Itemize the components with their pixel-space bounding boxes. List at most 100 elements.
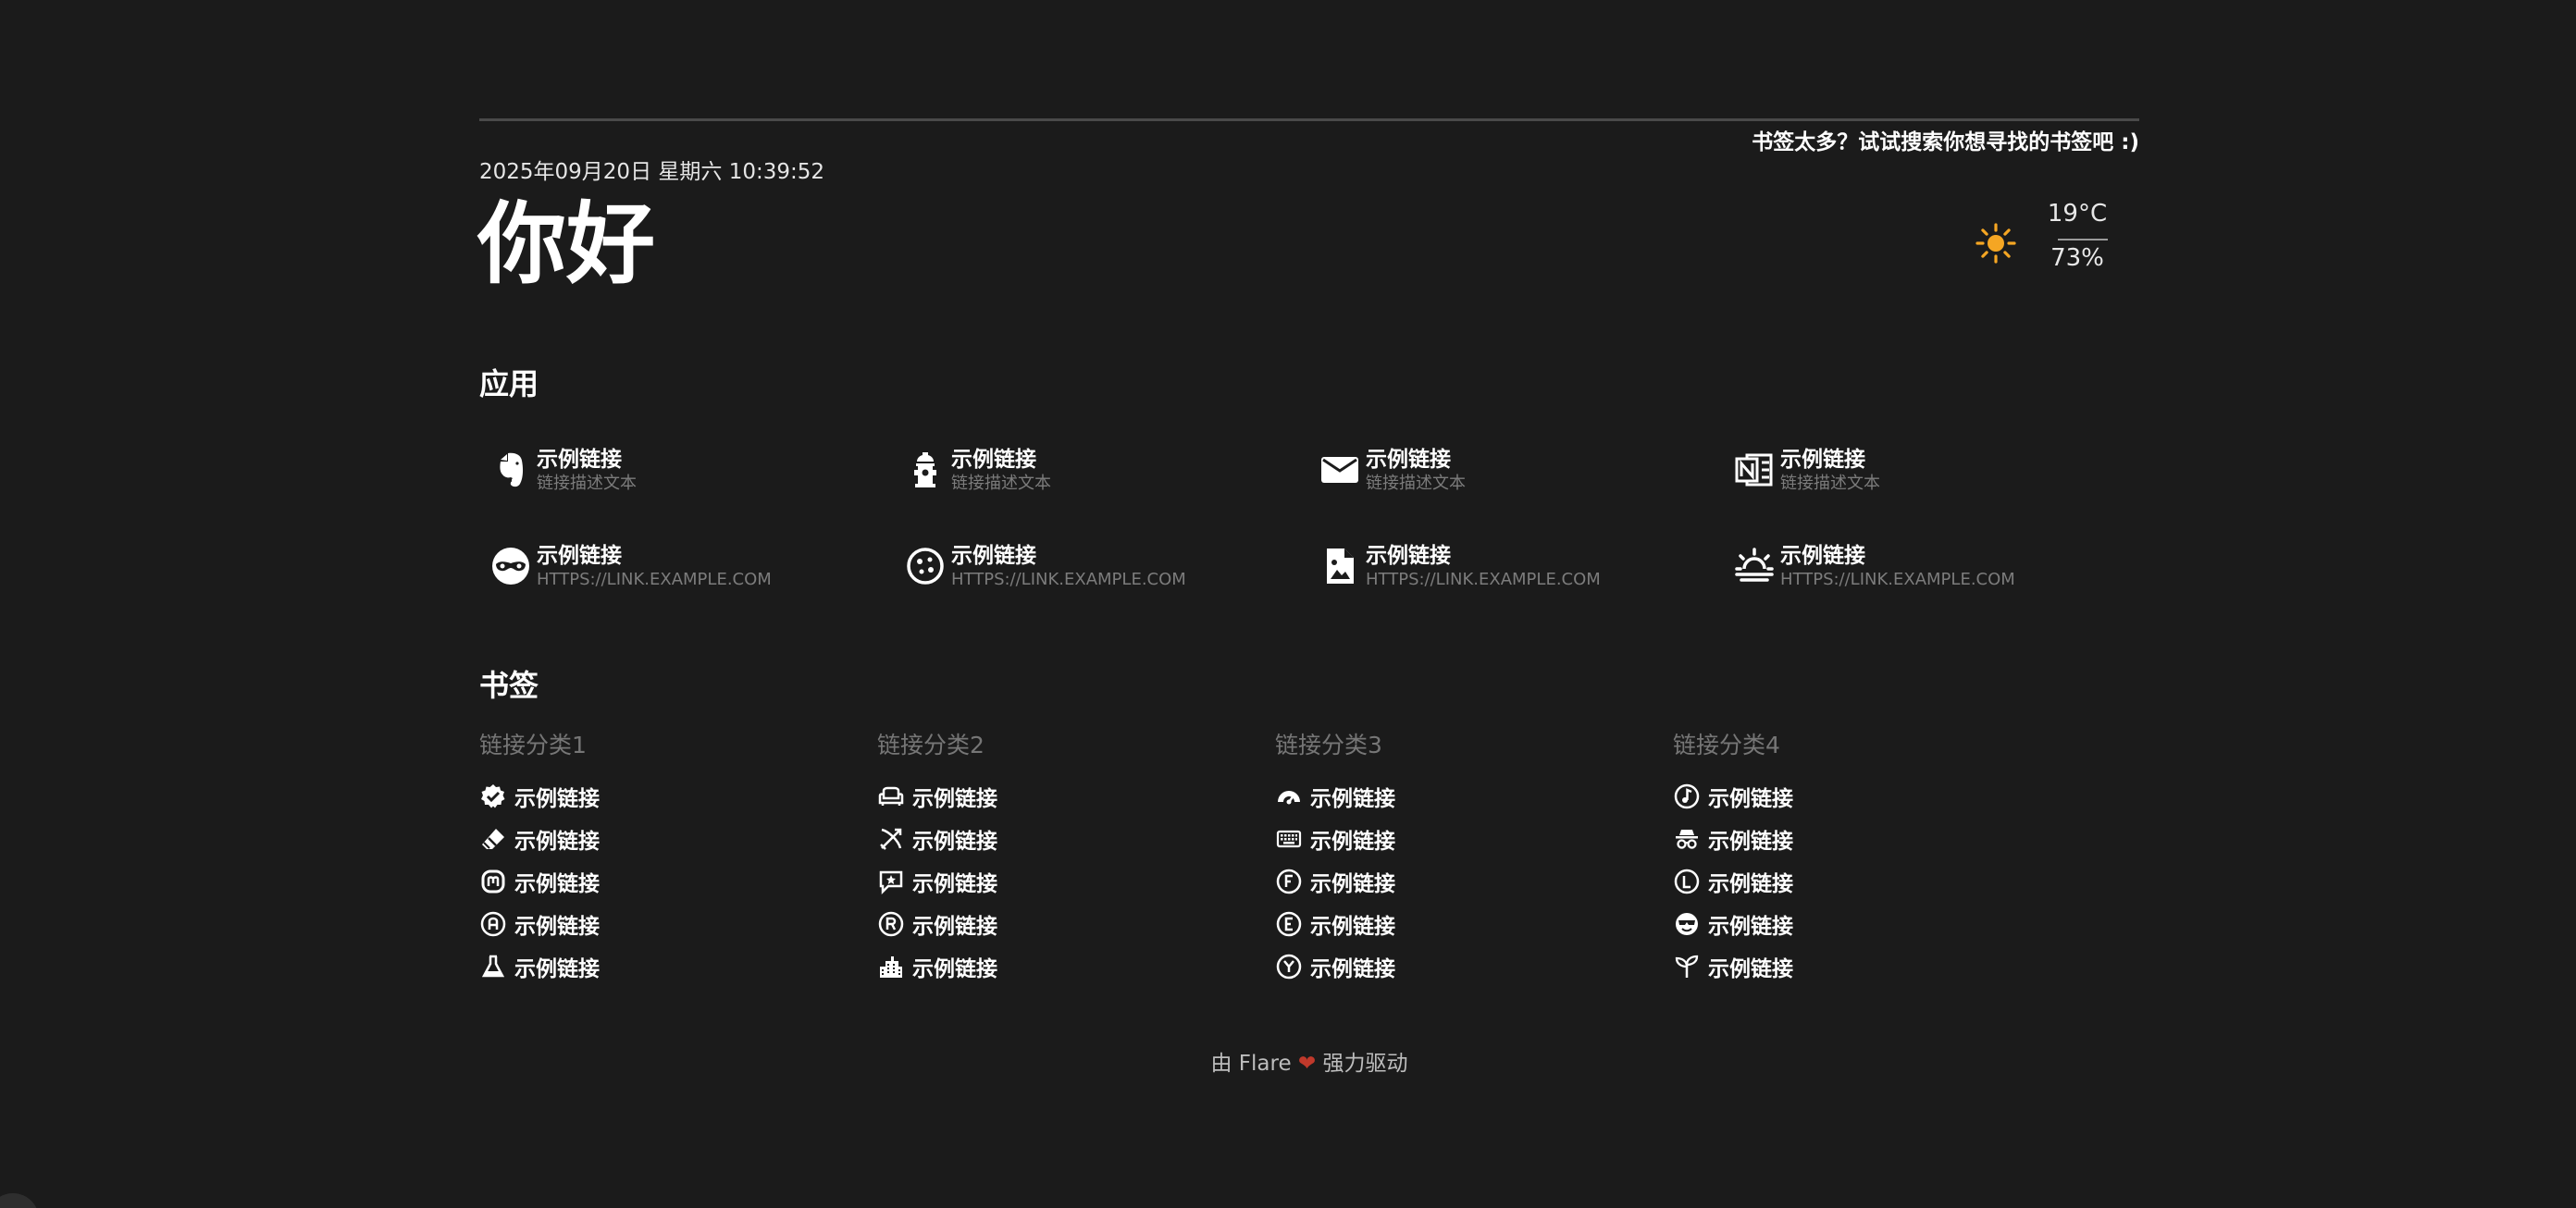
incognito-icon bbox=[1673, 825, 1701, 853]
apps-section-title: 应用 bbox=[479, 366, 539, 401]
heart-icon: ❤ bbox=[1297, 1052, 1317, 1076]
app-title: 示例链接 bbox=[1780, 448, 1865, 472]
search-underline[interactable] bbox=[479, 118, 2139, 121]
footer-prefix: 由 Flare bbox=[1210, 1052, 1292, 1076]
bookmark-label: 示例链接 bbox=[912, 957, 997, 981]
alpha-e-circle-icon bbox=[1275, 910, 1303, 938]
bookmark-label: 示例链接 bbox=[1310, 957, 1395, 981]
bookmarks-section-title: 书签 bbox=[479, 668, 539, 703]
bookmark-label: 示例链接 bbox=[1310, 915, 1395, 939]
app-title: 示例链接 bbox=[537, 544, 622, 568]
app-description: HTTPS://LINK.EXAMPLE.COM bbox=[951, 570, 1186, 589]
comment-star-icon bbox=[877, 868, 905, 895]
weather-temperature: 19°C bbox=[2047, 200, 2108, 228]
app-title: 示例链接 bbox=[1366, 448, 1451, 472]
app-description: HTTPS://LINK.EXAMPLE.COM bbox=[1780, 570, 2015, 589]
bookmark-label: 示例链接 bbox=[1708, 830, 1793, 854]
bookmark-link[interactable]: 示例链接 bbox=[1275, 781, 1395, 812]
footer: 由 Flare ❤ 强力驱动 bbox=[0, 1045, 2576, 1077]
search-hint[interactable]: 书签太多？试试搜索你想寻找的书签吧 :) bbox=[1752, 124, 2139, 155]
emoticon-cool-icon bbox=[1673, 910, 1701, 938]
app-link[interactable]: 示例链接 链接描述文本 bbox=[1308, 442, 1715, 498]
app-link[interactable]: 示例链接 HTTPS://LINK.EXAMPLE.COM bbox=[479, 538, 886, 594]
app-description: 链接描述文本 bbox=[951, 474, 1051, 493]
bookmark-label: 示例链接 bbox=[1708, 957, 1793, 981]
app-description: 链接描述文本 bbox=[537, 474, 637, 493]
bookmark-link[interactable]: 示例链接 bbox=[479, 908, 600, 940]
bookmark-link[interactable]: 示例链接 bbox=[877, 781, 997, 812]
alpha-a-circle-icon bbox=[479, 910, 507, 938]
app-title: 示例链接 bbox=[537, 448, 622, 472]
app-link[interactable]: 示例链接 链接描述文本 bbox=[1723, 442, 2130, 498]
bookmark-label: 示例链接 bbox=[912, 787, 997, 811]
cookie-icon bbox=[903, 544, 947, 588]
app-description: 链接描述文本 bbox=[1780, 474, 1880, 493]
corner-toggle[interactable] bbox=[0, 1193, 39, 1208]
bookmark-link[interactable]: 示例链接 bbox=[877, 823, 997, 855]
bookmark-link[interactable]: 示例链接 bbox=[1275, 908, 1395, 940]
bookmark-label: 示例链接 bbox=[514, 787, 600, 811]
email-icon bbox=[1318, 448, 1362, 492]
flask-icon bbox=[479, 953, 507, 980]
bookmark-link[interactable]: 示例链接 bbox=[479, 866, 600, 897]
bookmark-label: 示例链接 bbox=[1310, 830, 1395, 854]
app-title: 示例链接 bbox=[1366, 544, 1451, 568]
bow-arrow-icon bbox=[877, 825, 905, 853]
app-link[interactable]: 示例链接 HTTPS://LINK.EXAMPLE.COM bbox=[1723, 538, 2130, 594]
page: 书签太多？试试搜索你想寻找的书签吧 :) 2025年09月20日 星期六 10:… bbox=[0, 0, 2576, 1208]
app-link[interactable]: 示例链接 HTTPS://LINK.EXAMPLE.COM bbox=[894, 538, 1301, 594]
sun-icon bbox=[1975, 222, 2017, 265]
incognito-mask-icon bbox=[489, 544, 533, 588]
footer-suffix: 强力驱动 bbox=[1322, 1052, 1408, 1076]
sofa-icon bbox=[877, 783, 905, 810]
app-title: 示例链接 bbox=[951, 448, 1036, 472]
fire-hydrant-icon bbox=[903, 448, 947, 492]
bookmark-category-title: 链接分类1 bbox=[479, 732, 587, 758]
app-link[interactable]: 示例链接 链接描述文本 bbox=[479, 442, 886, 498]
bookmark-link[interactable]: 示例链接 bbox=[877, 866, 997, 897]
bookmark-link[interactable]: 示例链接 bbox=[877, 951, 997, 982]
app-title: 示例链接 bbox=[1780, 544, 1865, 568]
bookmark-category-title: 链接分类4 bbox=[1673, 732, 1780, 758]
bookmark-link[interactable]: 示例链接 bbox=[1673, 951, 1793, 982]
bookmark-link[interactable]: 示例链接 bbox=[1673, 823, 1793, 855]
app-description: HTTPS://LINK.EXAMPLE.COM bbox=[537, 570, 772, 589]
bookmark-link[interactable]: 示例链接 bbox=[1275, 823, 1395, 855]
current-datetime: 2025年09月20日 星期六 10:39:52 bbox=[479, 160, 824, 184]
onenote-icon bbox=[1732, 448, 1777, 492]
greeting-title: 你好 bbox=[477, 192, 655, 296]
sunset-icon bbox=[1732, 544, 1777, 588]
bookmark-link[interactable]: 示例链接 bbox=[1673, 866, 1793, 897]
file-image-icon bbox=[1318, 544, 1362, 588]
bookmark-label: 示例链接 bbox=[1708, 787, 1793, 811]
bookmark-label: 示例链接 bbox=[912, 830, 997, 854]
bookmark-link[interactable]: 示例链接 bbox=[479, 823, 600, 855]
alpha-y-circle-icon bbox=[1275, 953, 1303, 980]
bookmark-category-title: 链接分类3 bbox=[1275, 732, 1382, 758]
bookmark-link[interactable]: 示例链接 bbox=[479, 951, 600, 982]
bookmark-link[interactable]: 示例链接 bbox=[877, 908, 997, 940]
alpha-l-circle-icon bbox=[1673, 868, 1701, 895]
gauge-icon bbox=[1275, 783, 1303, 810]
alpha-f-circle-icon bbox=[1275, 868, 1303, 895]
bookmark-label: 示例链接 bbox=[1708, 915, 1793, 939]
check-decagram-icon bbox=[479, 783, 507, 810]
bookmark-label: 示例链接 bbox=[514, 830, 600, 854]
bookmark-link[interactable]: 示例链接 bbox=[1275, 951, 1395, 982]
music-note-circle-icon bbox=[1673, 783, 1701, 810]
app-link[interactable]: 示例链接 链接描述文本 bbox=[894, 442, 1301, 498]
eraser-icon bbox=[479, 825, 507, 853]
bookmark-link[interactable]: 示例链接 bbox=[1275, 866, 1395, 897]
app-description: 链接描述文本 bbox=[1366, 474, 1466, 493]
bookmark-label: 示例链接 bbox=[1310, 787, 1395, 811]
bookmark-label: 示例链接 bbox=[912, 872, 997, 896]
bookmark-link[interactable]: 示例链接 bbox=[1673, 908, 1793, 940]
weather-divider bbox=[2058, 239, 2108, 240]
bookmark-label: 示例链接 bbox=[514, 915, 600, 939]
evernote-icon bbox=[489, 448, 533, 492]
app-link[interactable]: 示例链接 HTTPS://LINK.EXAMPLE.COM bbox=[1308, 538, 1715, 594]
bookmark-link[interactable]: 示例链接 bbox=[1673, 781, 1793, 812]
bookmark-label: 示例链接 bbox=[1708, 872, 1793, 896]
bookmark-label: 示例链接 bbox=[514, 957, 600, 981]
bookmark-link[interactable]: 示例链接 bbox=[479, 781, 600, 812]
